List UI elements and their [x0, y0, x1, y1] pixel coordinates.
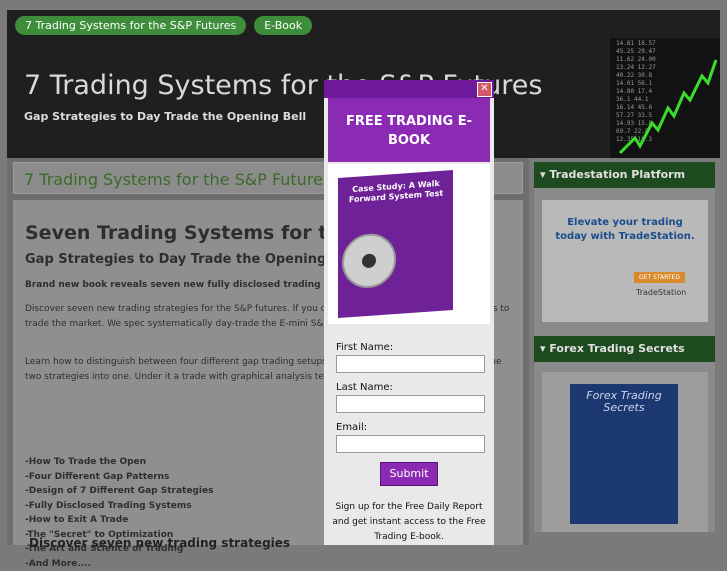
page-title[interactable]: 7 Trading Systems for the S&P Futures	[24, 170, 331, 189]
ebook-cover-area: Case Study: A Walk Forward System Test	[328, 164, 490, 324]
feature-list: -How To Trade the Open -Four Different G…	[25, 455, 213, 571]
ebook-signup-popup: ✕ FREE TRADING E-BOOK Case Study: A Walk…	[324, 80, 494, 545]
triangle-down-icon: ▾	[540, 168, 549, 181]
forex-book-cover: Forex Trading Secrets	[570, 384, 678, 524]
article-heading: Seven Trading Systems for the S	[25, 222, 374, 244]
tradestation-ad[interactable]: Elevate your trading today with TradeSta…	[542, 200, 708, 322]
list-item: -Four Different Gap Patterns	[25, 470, 213, 485]
tradestation-logo: TradeStation	[636, 288, 686, 297]
widget-forex: Forex Trading Secrets	[534, 362, 715, 532]
site-tagline: Gap Strategies to Day Trade the Opening …	[24, 110, 306, 123]
popup-titlebar: ✕	[324, 80, 494, 98]
article-subheading: Gap Strategies to Day Trade the Opening …	[25, 252, 341, 267]
chart-arrow-icon	[610, 38, 720, 158]
stock-ticker-image: 14.81 18.5745.25 29.4711.62 24.0013.24 1…	[610, 38, 720, 158]
widget-title-tradestation: ▾ Tradestation Platform	[534, 162, 715, 188]
popup-header: FREE TRADING E-BOOK	[328, 98, 490, 162]
email-input[interactable]	[336, 435, 485, 453]
submit-button[interactable]: Submit	[380, 462, 438, 486]
nav-item-home[interactable]: 7 Trading Systems for the S&P Futures	[15, 16, 246, 35]
widget-title-forex: ▾ Forex Trading Secrets	[534, 336, 715, 362]
forex-book-title: Forex Trading Secrets	[572, 390, 676, 414]
signup-text: Sign up for the Free Daily Report and ge…	[332, 500, 486, 545]
cd-disc-icon	[342, 232, 396, 290]
ebook-title: Case Study: A Walk Forward System Test	[344, 178, 448, 205]
get-started-button[interactable]: GET STARTED	[634, 272, 685, 283]
nav-item-ebook[interactable]: E-Book	[254, 16, 312, 35]
list-item: -How To Trade the Open	[25, 455, 213, 470]
widget-tradestation: Elevate your trading today with TradeSta…	[534, 188, 715, 336]
triangle-down-icon: ▾	[540, 342, 549, 355]
sidebar: ▾ Tradestation Platform Elevate your tra…	[534, 162, 715, 532]
list-item: -How to Exit A Trade	[25, 513, 213, 528]
tradestation-ad-text: Elevate your trading today with TradeSta…	[552, 216, 698, 244]
first-name-label: First Name:	[336, 342, 393, 353]
email-label: Email:	[336, 422, 367, 433]
top-nav: 7 Trading Systems for the S&P Futures E-…	[15, 16, 312, 35]
forex-book-ad[interactable]: Forex Trading Secrets	[542, 372, 708, 532]
last-name-input[interactable]	[336, 395, 485, 413]
ebook-cover: Case Study: A Walk Forward System Test	[338, 170, 453, 318]
list-item: -Fully Disclosed Trading Systems	[25, 499, 213, 514]
close-icon[interactable]: ✕	[477, 82, 492, 97]
list-item: -And More....	[25, 557, 213, 571]
bottom-heading: Discover seven new trading strategies	[29, 536, 290, 550]
first-name-input[interactable]	[336, 355, 485, 373]
list-item: -Design of 7 Different Gap Strategies	[25, 484, 213, 499]
last-name-label: Last Name:	[336, 382, 393, 393]
